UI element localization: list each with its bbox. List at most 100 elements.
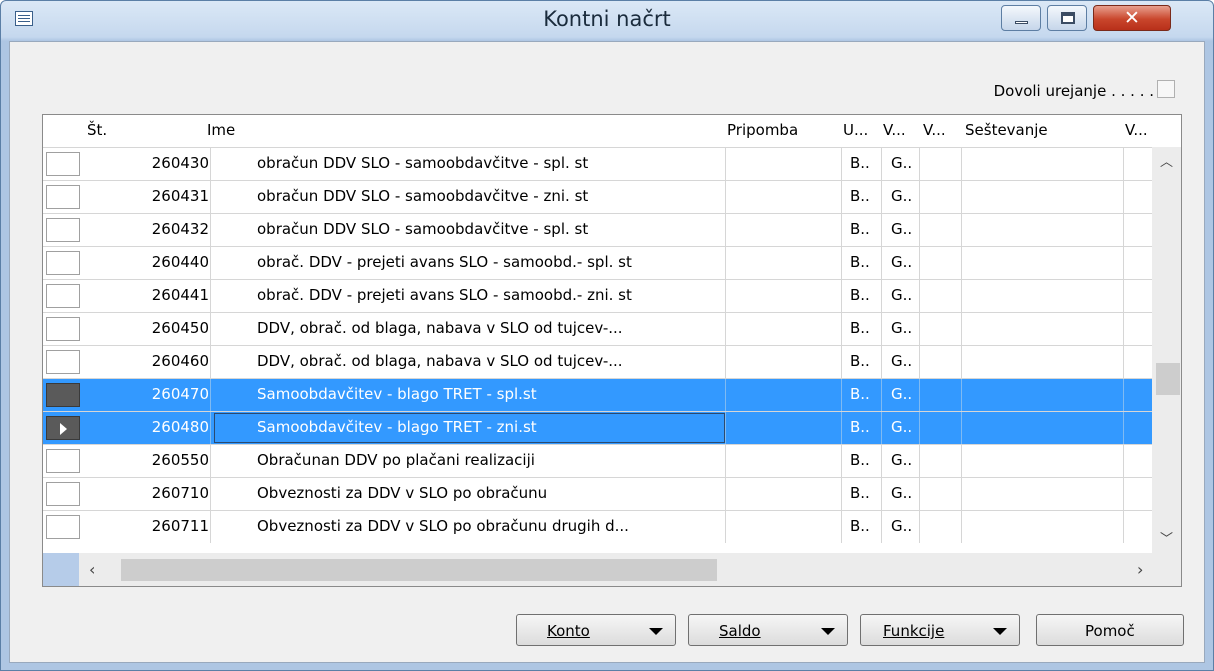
account-number-cell[interactable]: 260460	[93, 352, 209, 370]
table-row[interactable]: 260710 Obveznosti za DDV v SLO po obračun…	[43, 477, 1153, 510]
row-selector[interactable]	[46, 449, 80, 473]
focused-cell	[214, 413, 725, 443]
account-name-cell[interactable]: obrač. DDV - prejeti avans SLO - samoobd…	[257, 253, 632, 271]
v-cell[interactable]: G..	[891, 517, 912, 535]
account-number-cell[interactable]: 260440	[93, 253, 209, 271]
u-cell[interactable]: B..	[850, 154, 870, 172]
vertical-scrollbar[interactable]: ︿ ﹀	[1152, 147, 1181, 553]
account-number-cell[interactable]: 260550	[93, 451, 209, 469]
table-row[interactable]: 260432 obračun DDV SLO - samoobdavčitve -…	[43, 213, 1153, 246]
row-selector[interactable]	[46, 482, 80, 506]
row-selector[interactable]	[46, 416, 80, 440]
u-cell[interactable]: B..	[850, 385, 870, 403]
cell-divider	[919, 346, 920, 378]
column-header-number[interactable]: Št.	[87, 121, 107, 139]
account-number-cell[interactable]: 260480	[93, 418, 209, 436]
account-name-cell[interactable]: Obračunan DDV po plačani realizaciji	[257, 451, 535, 469]
account-number-cell[interactable]: 260710	[93, 484, 209, 502]
account-name-cell[interactable]: Samoobdavčitev - blago TRET - spl.st	[257, 385, 537, 403]
account-number-cell[interactable]: 260431	[93, 187, 209, 205]
horizontal-scroll-thumb[interactable]	[121, 559, 717, 581]
v-cell[interactable]: G..	[891, 418, 912, 436]
row-selector[interactable]	[46, 317, 80, 341]
account-number-cell[interactable]: 260711	[93, 517, 209, 535]
v-cell[interactable]: G..	[891, 385, 912, 403]
allow-edit-checkbox[interactable]	[1157, 80, 1175, 98]
account-name-cell[interactable]: obračun DDV SLO - samoobdavčitve - spl. …	[257, 220, 588, 238]
account-number-cell[interactable]: 260450	[93, 319, 209, 337]
row-selector[interactable]	[46, 251, 80, 275]
row-selector[interactable]	[46, 284, 80, 308]
scroll-down-icon[interactable]: ﹀	[1152, 528, 1181, 547]
scroll-right-icon[interactable]: ›	[1137, 560, 1143, 579]
title-bar[interactable]: Kontni načrt ✕	[1, 1, 1213, 41]
u-cell[interactable]: B..	[850, 418, 870, 436]
v-cell[interactable]: G..	[891, 253, 912, 271]
v-cell[interactable]: G..	[891, 154, 912, 172]
table-row[interactable]: 260450 DDV, obrač. od blaga, nabava v SLO…	[43, 312, 1153, 345]
table-row[interactable]: 260550 Obračunan DDV po plačani realizaci…	[43, 444, 1153, 477]
account-number-cell[interactable]: 260470	[93, 385, 209, 403]
row-selector[interactable]	[46, 152, 80, 176]
column-header-name[interactable]: Ime	[207, 121, 235, 139]
table-row[interactable]: 260430 obračun DDV SLO - samoobdavčitve -…	[43, 147, 1153, 180]
konto-button[interactable]: Konto	[516, 614, 676, 646]
v-cell[interactable]: G..	[891, 220, 912, 238]
account-number-cell[interactable]: 260432	[93, 220, 209, 238]
u-cell[interactable]: B..	[850, 517, 870, 535]
table-row[interactable]: 260460 DDV, obrač. od blaga, nabava v SLO…	[43, 345, 1153, 378]
account-name-cell[interactable]: obračun DDV SLO - samoobdavčitve - spl. …	[257, 154, 588, 172]
scroll-left-icon[interactable]: ‹	[89, 560, 95, 579]
vertical-scroll-thumb[interactable]	[1156, 363, 1180, 395]
column-header-totaling[interactable]: Seštevanje	[965, 121, 1048, 139]
table-row[interactable]: 260431 obračun DDV SLO - samoobdavčitve -…	[43, 180, 1153, 213]
account-number-cell[interactable]: 260441	[93, 286, 209, 304]
u-cell[interactable]: B..	[850, 286, 870, 304]
u-cell[interactable]: B..	[850, 319, 870, 337]
horizontal-scrollbar[interactable]: ‹ ›	[43, 553, 1181, 586]
maximize-button[interactable]	[1047, 5, 1087, 31]
u-cell[interactable]: B..	[850, 451, 870, 469]
cell-divider	[725, 511, 726, 543]
row-selector[interactable]	[46, 383, 80, 407]
account-name-cell[interactable]: Obveznosti za DDV v SLO po obračunu drug…	[257, 517, 629, 535]
u-cell[interactable]: B..	[850, 352, 870, 370]
account-name-cell[interactable]: Obveznosti za DDV v SLO po obračunu	[257, 484, 547, 502]
row-selector[interactable]	[46, 218, 80, 242]
u-cell[interactable]: B..	[850, 484, 870, 502]
scroll-up-icon[interactable]: ︿	[1152, 151, 1181, 170]
minimize-button[interactable]	[1001, 5, 1041, 31]
row-selector[interactable]	[46, 350, 80, 374]
column-header-note[interactable]: Pripomba	[727, 121, 798, 139]
accounts-grid[interactable]: Št. Ime Pripomba U... V... V... Seštevan…	[42, 114, 1182, 587]
v-cell[interactable]: G..	[891, 319, 912, 337]
account-number-cell[interactable]: 260430	[93, 154, 209, 172]
v-cell[interactable]: G..	[891, 286, 912, 304]
funkcije-button[interactable]: Funkcije	[860, 614, 1020, 646]
u-cell[interactable]: B..	[850, 220, 870, 238]
account-name-cell[interactable]: obračun DDV SLO - samoobdavčitve - zni. …	[257, 187, 588, 205]
column-header-v3[interactable]: V...	[1125, 121, 1148, 139]
account-name-cell[interactable]: DDV, obrač. od blaga, nabava v SLO od tu…	[257, 319, 623, 337]
u-cell[interactable]: B..	[850, 253, 870, 271]
table-row[interactable]: 260480 Samoobdavčitev - blago TRET - zni.…	[43, 411, 1153, 444]
close-button[interactable]: ✕	[1093, 5, 1171, 31]
table-row[interactable]: 260711 Obveznosti za DDV v SLO po obračun…	[43, 510, 1153, 543]
v-cell[interactable]: G..	[891, 451, 912, 469]
saldo-button[interactable]: Saldo	[688, 614, 848, 646]
column-header-v1[interactable]: V...	[883, 121, 906, 139]
pomoc-button[interactable]: Pomoč	[1036, 614, 1184, 646]
table-row[interactable]: 260440 obrač. DDV - prejeti avans SLO - s…	[43, 246, 1153, 279]
account-name-cell[interactable]: obrač. DDV - prejeti avans SLO - samoobd…	[257, 286, 632, 304]
table-row[interactable]: 260441 obrač. DDV - prejeti avans SLO - s…	[43, 279, 1153, 312]
column-header-u[interactable]: U...	[843, 121, 868, 139]
row-selector[interactable]	[46, 185, 80, 209]
u-cell[interactable]: B..	[850, 187, 870, 205]
column-header-v2[interactable]: V...	[923, 121, 946, 139]
v-cell[interactable]: G..	[891, 484, 912, 502]
row-selector[interactable]	[46, 515, 80, 539]
account-name-cell[interactable]: DDV, obrač. od blaga, nabava v SLO od tu…	[257, 352, 623, 370]
v-cell[interactable]: G..	[891, 352, 912, 370]
table-row[interactable]: 260470 Samoobdavčitev - blago TRET - spl.…	[43, 378, 1153, 411]
v-cell[interactable]: G..	[891, 187, 912, 205]
